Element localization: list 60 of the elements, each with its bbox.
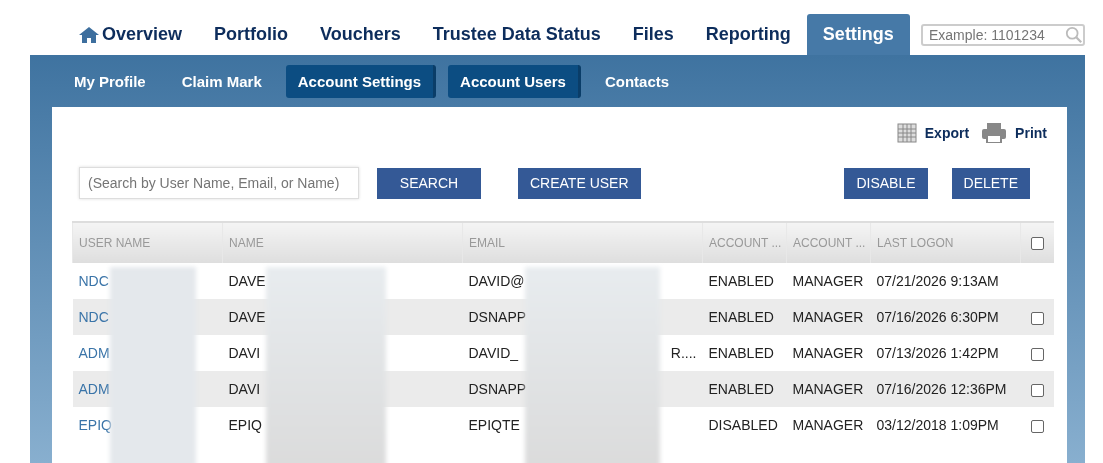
home-icon	[78, 25, 100, 44]
table-cell: 07/16/2026 12:36PM	[876, 381, 1007, 397]
table-cell: MANAGER	[792, 309, 864, 325]
subnav-tab[interactable]: Claim Mark	[169, 64, 274, 98]
table-cell: ENABLED	[708, 381, 774, 397]
table-cell: DSNAPP	[468, 381, 527, 397]
table-cell: 03/12/2018 1:09PM	[876, 417, 999, 433]
nav-tab[interactable]: Vouchers	[304, 14, 417, 55]
subnav-tab[interactable]: Contacts	[592, 64, 682, 98]
table-cell: DAVID@	[468, 273, 525, 289]
subnav-tab[interactable]: Account Users	[448, 64, 581, 98]
table-cell: DAVE	[228, 273, 266, 289]
subnav-tab[interactable]: Account Settings	[285, 64, 437, 98]
printer-icon	[981, 123, 1008, 143]
table-cell: ENABLED	[708, 273, 774, 289]
spreadsheet-icon	[896, 123, 917, 143]
table-cell: DSNAPP	[468, 309, 527, 325]
row-checkbox[interactable]	[1030, 419, 1044, 433]
user-name-link[interactable]: ADM	[78, 381, 110, 397]
nav-tab[interactable]: Trustee Data Status	[416, 14, 617, 55]
row-checkbox[interactable]	[1030, 311, 1044, 325]
table-cell: MANAGER	[792, 273, 864, 289]
select-all-checkbox[interactable]	[1031, 237, 1044, 251]
row-checkbox[interactable]	[1030, 347, 1044, 361]
search-button[interactable]: SEARCH	[377, 167, 481, 199]
create-user-button[interactable]: CREATE USER	[518, 167, 641, 199]
user-name-link[interactable]: EPIQ	[78, 417, 112, 433]
row-checkbox[interactable]	[1030, 383, 1044, 397]
print-link[interactable]: Print	[981, 123, 1047, 143]
table-cell: 07/21/2026 9:13AM	[876, 273, 999, 289]
nav-tab[interactable]: Overview	[62, 14, 199, 55]
subnav-tab[interactable]: My Profile	[62, 64, 158, 98]
table-cell: MANAGER	[792, 417, 864, 433]
action-button[interactable]: DISABLE	[844, 167, 928, 199]
table-cell: DAVID_	[468, 345, 519, 361]
table-cell: DAVI	[228, 381, 261, 397]
table-cell: ENABLED	[708, 309, 774, 325]
table-cell: MANAGER	[792, 345, 864, 361]
user-name-link[interactable]: NDC	[78, 309, 109, 325]
action-button[interactable]: DELETE	[951, 167, 1030, 199]
table-cell: DAVI	[228, 345, 261, 361]
table-cell: DISABLED	[708, 417, 778, 433]
user-name-link[interactable]: NDC	[78, 273, 109, 289]
search-icon	[1065, 25, 1083, 44]
table-cell: MANAGER	[792, 381, 864, 397]
table-cell: DAVE	[228, 309, 266, 325]
nav-tab[interactable]: Portfolio	[198, 14, 305, 55]
export-link[interactable]: Export	[896, 123, 970, 143]
table-cell: R....	[670, 345, 697, 361]
table-cell: EPIQTE	[468, 417, 520, 433]
nav-tab[interactable]: Files	[616, 14, 690, 55]
table-cell: ENABLED	[708, 345, 774, 361]
user-search-field[interactable]: (Search by User Name, Email, or Name)	[79, 167, 359, 199]
table-cell: 07/16/2026 6:30PM	[876, 309, 999, 325]
nav-tab[interactable]: Settings	[806, 14, 910, 55]
user-name-link[interactable]: ADM	[78, 345, 110, 361]
table-cell: EPIQ	[228, 417, 262, 433]
search-field[interactable]: Example: 1101234	[921, 23, 1085, 46]
table-cell: 07/13/2026 1:42PM	[876, 345, 999, 361]
nav-tab[interactable]: Reporting	[689, 14, 807, 55]
